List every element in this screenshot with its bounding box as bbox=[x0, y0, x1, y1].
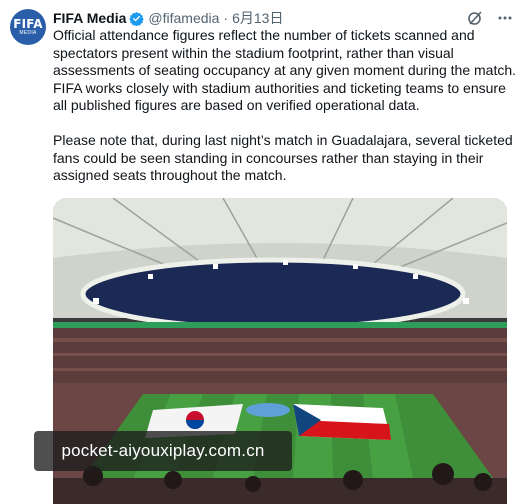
separator-dot: · bbox=[223, 10, 229, 26]
verified-badge-icon bbox=[129, 11, 145, 26]
tweet-actions-top bbox=[467, 10, 513, 26]
tweet-line: assessments of seating occupancy at any … bbox=[53, 62, 517, 78]
tweet-date[interactable]: 6月13日 bbox=[232, 8, 283, 28]
tweet-line: all published figures are based on verif… bbox=[53, 97, 420, 113]
tweet-line: Please note that, during last night’s ma… bbox=[53, 132, 513, 148]
tweet-line: fans could be seen standing in concourse… bbox=[53, 149, 484, 166]
tweet-line: FIFA works closely with stadium authorit… bbox=[53, 79, 506, 96]
grok-icon[interactable] bbox=[467, 10, 483, 26]
more-options-icon[interactable] bbox=[497, 10, 513, 26]
tweet-line: assigned seats throughout the match. bbox=[53, 167, 287, 183]
avatar-fifa-text: FIFA bbox=[13, 17, 43, 31]
tweet-text: Official attendance figures reflect the … bbox=[53, 27, 519, 185]
author-name[interactable]: FIFA Media bbox=[53, 10, 126, 26]
tweet-line: Official attendance figures reflect the … bbox=[53, 27, 475, 43]
avatar-media-text: MEDIA bbox=[19, 30, 37, 36]
author-handle[interactable]: @fifamedia bbox=[148, 10, 219, 26]
avatar[interactable]: FIFA MEDIA bbox=[10, 9, 46, 45]
tweet-line: spectators present within the stadium fo… bbox=[53, 44, 454, 61]
watermark: pocket-aiyouxiplay.com.cn bbox=[34, 431, 292, 471]
tweet-header: FIFA Media @fifamedia · 6月13日 bbox=[53, 8, 283, 28]
